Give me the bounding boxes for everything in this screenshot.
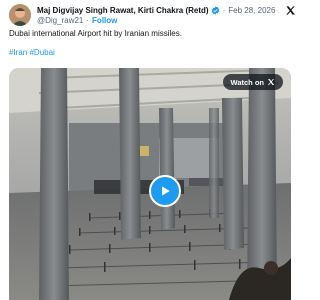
play-button[interactable] <box>149 175 181 207</box>
hashtags: #Iran #Dubai <box>9 48 55 57</box>
follow-button[interactable]: Follow <box>92 16 117 25</box>
handle-line: @Dig_raw21 · Follow <box>37 15 117 26</box>
separator-dot: · <box>86 16 90 25</box>
watch-on-label: Watch on <box>230 77 264 87</box>
separator-dot: · <box>222 5 226 15</box>
hashtag-iran[interactable]: #Iran <box>9 48 27 57</box>
post-date[interactable]: Feb 28, 2026 <box>228 6 275 15</box>
verified-badge-icon <box>211 5 220 15</box>
post-text: Dubai international Airport hit by Irani… <box>9 29 182 38</box>
x-logo-icon <box>267 78 275 86</box>
play-icon <box>162 186 170 196</box>
x-logo-icon[interactable] <box>285 5 296 16</box>
hashtag-dubai[interactable]: #Dubai <box>29 48 54 57</box>
author-handle[interactable]: @Dig_raw21 <box>37 16 83 25</box>
author-name[interactable]: Maj Digvijay Singh Rawat, Kirti Chakra (… <box>37 6 209 15</box>
avatar[interactable] <box>9 4 31 26</box>
watch-on-x-button[interactable]: Watch on <box>222 74 283 90</box>
video-thumbnail[interactable]: Watch on <box>9 68 291 300</box>
